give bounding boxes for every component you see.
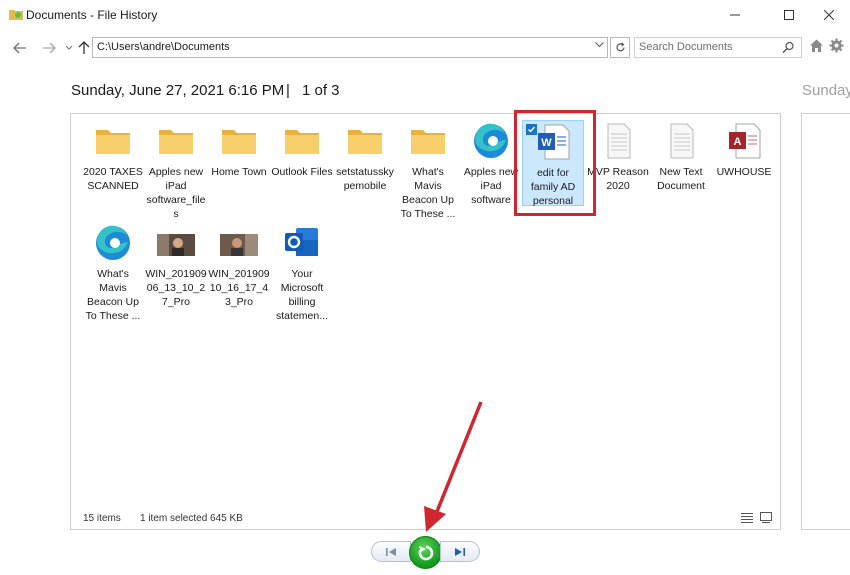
next-version-button[interactable] [440,541,480,562]
file-name: Your Microsoft billing statemen... [276,268,328,322]
gear-icon[interactable] [829,38,844,53]
next-snapshot-panel [801,113,850,530]
folder-icon [222,130,256,154]
search-icon[interactable] [782,41,795,54]
file-item[interactable]: WIN_20190906_13_10_27_Pro [145,224,207,309]
highlight-annotation-box [514,110,596,216]
chevron-down-icon[interactable] [595,42,604,48]
chevron-down-icon [66,46,72,50]
text-file-icon [670,123,694,159]
file-name: Outlook Files [271,166,333,178]
arrow-up-icon [78,41,90,54]
file-item[interactable]: Your Microsoft billing statemen... [271,224,333,323]
folder-icon [411,130,445,154]
refresh-button[interactable] [610,37,630,58]
folder-icon [285,130,319,154]
file-name: UWHOUSE [716,166,772,178]
restore-button[interactable] [409,536,442,569]
file-name: MVP Reason 2020 [587,166,649,192]
file-item[interactable]: Home Town [208,122,270,179]
snapshot-date: Sunday, June 27, 2021 6:16 PM [71,82,285,99]
file-name: 2020 TAXES SCANNED [83,166,143,192]
file-item[interactable]: 2020 TAXES SCANNED [82,122,144,193]
file-name: New Text Document [657,166,705,192]
file-name: setstatusskypemobile [336,166,394,192]
home-icon[interactable] [809,38,824,53]
skip-next-icon [455,547,465,556]
maximize-icon [784,10,794,20]
file-item[interactable]: A UWHOUSE [713,122,775,179]
folder-icon [348,130,382,154]
file-name: WIN_20190906_13_10_27_Pro [145,268,207,308]
file-item[interactable]: Outlook Files [271,122,333,179]
back-button[interactable] [9,38,31,58]
file-item[interactable]: WIN_20190910_16_17_43_Pro [208,224,270,309]
file-item[interactable]: setstatusskypemobile [334,122,396,193]
file-name: Home Town [211,166,267,178]
file-name: Apples new iPad software [463,166,519,206]
file-item[interactable]: MVP Reason 2020 [587,122,649,193]
snapshot-count: 1 of 3 [302,82,340,99]
file-item[interactable]: New Text Document [650,122,712,193]
address-bar[interactable]: C:\Users\andre\Documents [92,37,608,58]
window-title: Documents - File History [26,8,158,22]
details-view-icon[interactable] [741,512,753,523]
folder-icon [96,130,130,154]
snapshot-separator: | [286,82,290,99]
photo-thumbnail-icon [157,234,195,256]
skip-previous-icon [386,547,396,556]
access-db-icon: A [729,123,761,159]
close-icon [824,10,834,20]
edge-icon [96,225,130,260]
file-name: What's Mavis Beacon Up To These ... [85,268,141,322]
previous-version-button[interactable] [371,541,411,562]
search-box[interactable] [634,37,802,58]
refresh-icon [615,42,625,52]
forward-button[interactable] [38,38,60,58]
next-snapshot-date[interactable]: Sunday [802,82,850,99]
file-history-app-icon [9,10,23,20]
selection-status: 1 item selected [140,513,208,524]
current-snapshot-panel: 2020 TAXES SCANNED Apples new iPad softw… [70,113,781,530]
file-item[interactable]: Apples new iPad software [460,122,522,207]
file-name: What's Mavis Beacon Up To These ... [400,166,456,220]
file-item[interactable]: What's Mavis Beacon Up To These ... [397,122,459,221]
restore-icon [418,545,433,560]
item-count: 15 items [83,513,121,524]
outlook-icon [285,228,318,256]
folder-icon [159,130,193,154]
edge-icon [474,123,508,158]
large-icons-view-icon[interactable] [760,512,772,523]
file-name: Apples new iPad software_files [146,166,206,220]
minimize-icon [730,14,740,16]
arrow-right-icon [43,42,56,54]
arrow-left-icon [13,42,26,54]
close-button[interactable] [806,0,850,30]
svg-text:A: A [734,136,742,148]
title-bar: Documents - File History [0,0,850,30]
selection-size: 645 KB [210,513,243,524]
text-file-icon [607,123,631,159]
file-item[interactable]: What's Mavis Beacon Up To These ... [82,224,144,323]
minimize-button[interactable] [712,0,758,30]
address-path: C:\Users\andre\Documents [97,41,230,53]
file-name: WIN_20190910_16_17_43_Pro [208,268,270,308]
photo-thumbnail-icon [220,234,258,256]
file-item[interactable]: Apples new iPad software_files [145,122,207,221]
search-input[interactable] [639,41,779,53]
